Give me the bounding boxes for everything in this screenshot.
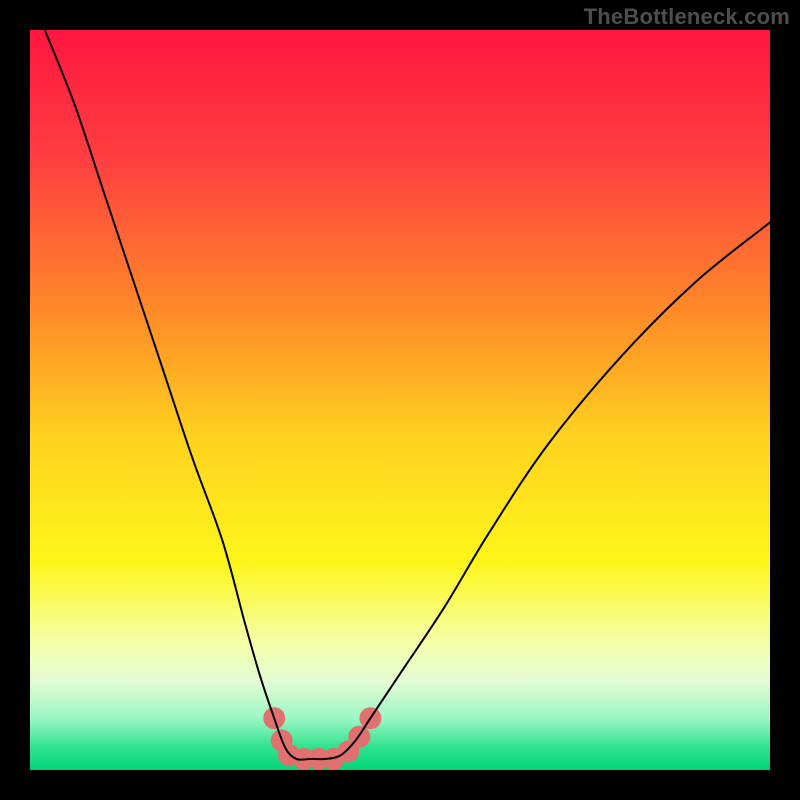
watermark-text: TheBottleneck.com	[584, 4, 790, 30]
gradient-background	[30, 30, 770, 770]
chart-frame: TheBottleneck.com	[0, 0, 800, 800]
chart-svg	[30, 30, 770, 770]
plot-area	[30, 30, 770, 770]
